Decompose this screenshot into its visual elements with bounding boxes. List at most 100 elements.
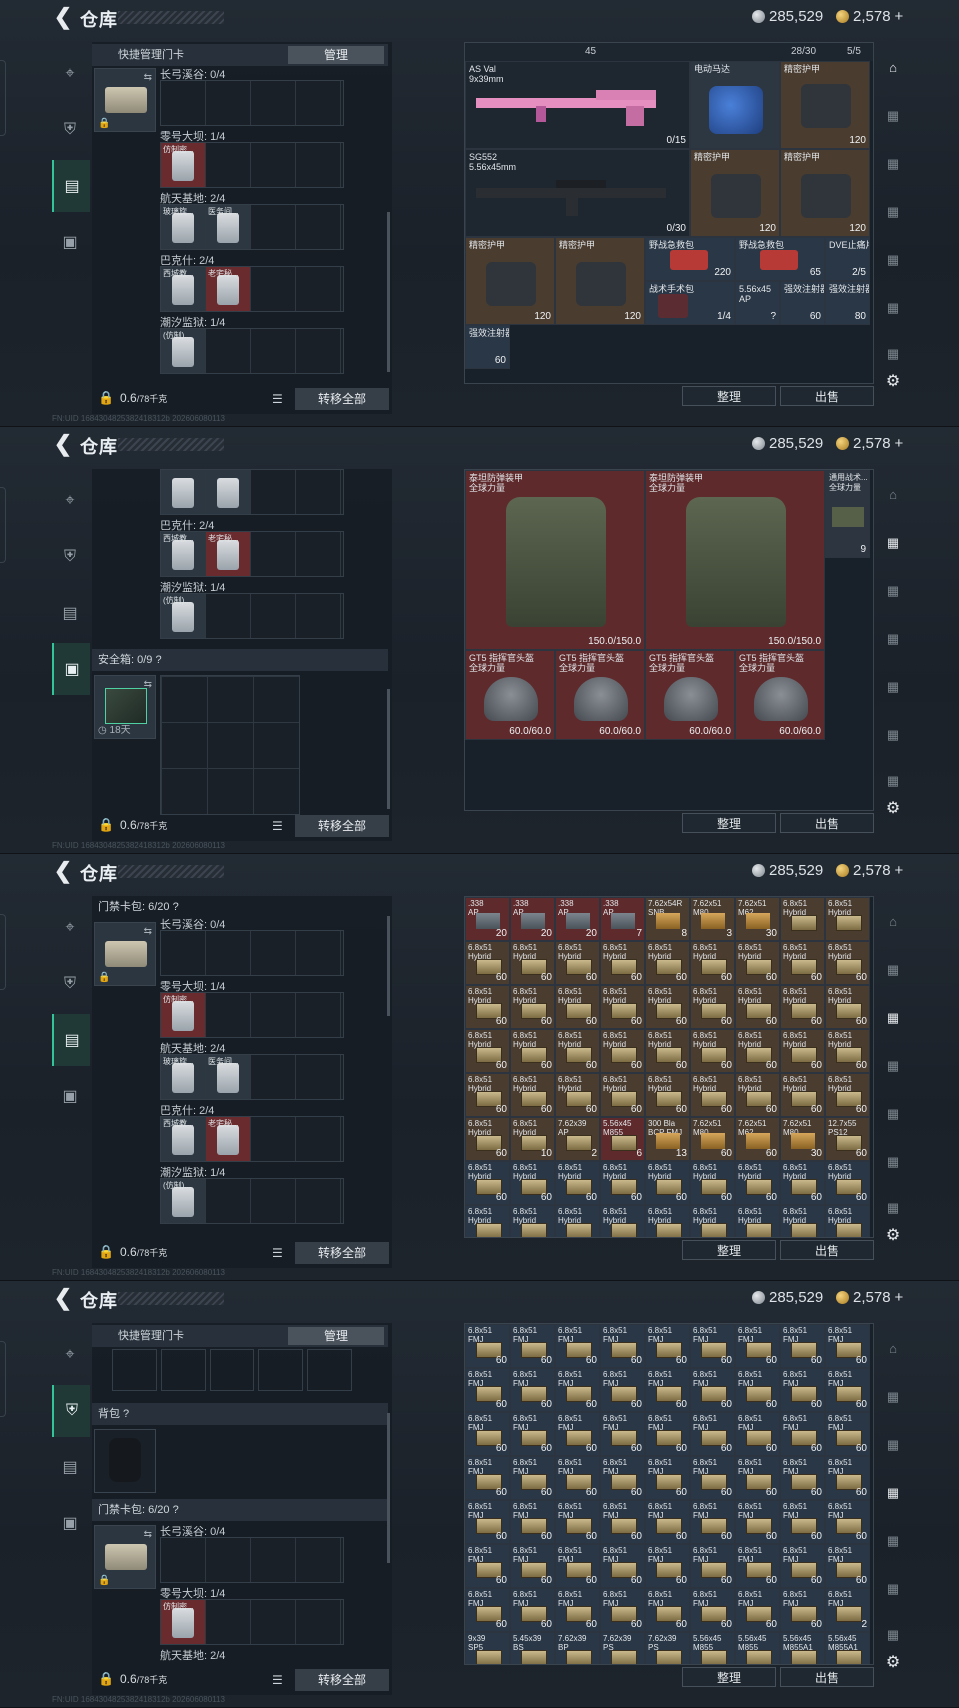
- stash-item[interactable]: 6.8x51 FMJ 60: [690, 1412, 735, 1456]
- item-helmet-2[interactable]: GT5 指挥官头盔 全球力量 60.0/60.0: [555, 650, 645, 740]
- keycard-row-prison[interactable]: (仿制)...: [160, 328, 344, 374]
- stash-item[interactable]: 6.8x51 FMJ 60: [645, 1324, 690, 1368]
- stash-item[interactable]: 6.8x51 FMJ 60: [735, 1412, 780, 1456]
- stash-item[interactable]: 6.8x51 Hybrid60: [825, 985, 870, 1029]
- equipment-slot-row[interactable]: [112, 1349, 352, 1391]
- settings-gear-icon[interactable]: ⚙: [879, 368, 907, 396]
- stash-item[interactable]: 6.8x51 Hybrid60: [735, 1205, 780, 1237]
- keycard-row-bakesh[interactable]: 西城教... 老宅秘...: [160, 531, 344, 577]
- keycard-row-longbow[interactable]: [160, 1537, 344, 1583]
- storage-1-icon[interactable]: ▦: [879, 956, 907, 984]
- item-rig-2[interactable]: 精密护甲 120: [690, 149, 780, 237]
- back-arrow-icon[interactable]: ❮: [52, 5, 74, 29]
- stash-item[interactable]: 6.8x51 FMJ 60: [690, 1456, 735, 1500]
- stash-item[interactable]: 6.8x51 FMJ 60: [555, 1412, 600, 1456]
- nav-weapon-icon[interactable]: ⌖: [52, 1329, 88, 1381]
- stash-item[interactable]: 6.8x51 FMJ 60: [780, 1324, 825, 1368]
- edge-tab[interactable]: [0, 914, 6, 990]
- stash-item[interactable]: 6.8x51 Hybrid60: [690, 985, 735, 1029]
- storage-1-icon[interactable]: ▦: [879, 529, 907, 557]
- stash-item[interactable]: 5.56x45 M855A1: [825, 1632, 870, 1664]
- stash-item[interactable]: 6.8x51 FMJ 60: [465, 1544, 510, 1588]
- stash-item[interactable]: 6.8x51 Hybrid60: [780, 1205, 825, 1237]
- nav-weapon-icon[interactable]: ⌖: [52, 902, 88, 954]
- scrollbar[interactable]: [387, 212, 390, 372]
- back-arrow-icon[interactable]: ❮: [52, 432, 74, 456]
- stash-item[interactable]: 6.8x51 Hybrid60: [780, 941, 825, 985]
- storage-6-icon[interactable]: ▦: [879, 767, 907, 795]
- item-injector-1[interactable]: 强效注射器 60: [780, 281, 825, 325]
- item-armor-1[interactable]: 泰坦防弹装甲 全球力量 150.0/150.0: [465, 470, 645, 650]
- storage-3-icon[interactable]: ▦: [879, 1052, 907, 1080]
- stash-item[interactable]: 6.8x51 Hybrid60: [825, 1073, 870, 1117]
- safebox-slot[interactable]: ⇆ ◷ 18天: [94, 675, 156, 739]
- nav-safebox-icon[interactable]: ▣: [52, 1497, 88, 1549]
- back-arrow-icon[interactable]: ❮: [52, 1286, 74, 1310]
- keycard-row-dam[interactable]: 仿制密...: [160, 992, 344, 1038]
- stash-item[interactable]: 6.8x51 Hybrid60: [510, 1029, 555, 1073]
- stash-item[interactable]: 6.8x51 FMJ 60: [780, 1368, 825, 1412]
- stash-item[interactable]: 6.8x51 FMJ 60: [645, 1412, 690, 1456]
- stash-item[interactable]: 6.8x51 FMJ 60: [690, 1544, 735, 1588]
- stash-item[interactable]: .338 AP 20: [510, 897, 555, 941]
- stash-item[interactable]: 6.8x51 FMJ 60: [825, 1500, 870, 1544]
- storage-6-icon[interactable]: ▦: [879, 340, 907, 368]
- storage-6-icon[interactable]: ▦: [879, 1621, 907, 1649]
- stash-item[interactable]: 6.8x51 Hybrid60: [465, 1073, 510, 1117]
- item-med-2[interactable]: 野战急救包 65: [735, 237, 825, 281]
- add-currency-button[interactable]: +: [895, 862, 904, 879]
- stash-item[interactable]: 7.62x51 M803: [690, 897, 735, 941]
- list-icon[interactable]: ☰: [272, 1246, 283, 1260]
- stash-item[interactable]: 6.8x51 Hybrid60: [465, 1029, 510, 1073]
- nav-keycard-icon[interactable]: ▤: [52, 587, 88, 639]
- storage-3-icon[interactable]: ▦: [879, 1479, 907, 1507]
- stash-item[interactable]: 6.8x51 Hybrid60: [780, 1161, 825, 1205]
- stash-item[interactable]: 6.8x51 FMJ 60: [690, 1368, 735, 1412]
- stash-item[interactable]: 6.8x51 Hybrid60: [465, 1161, 510, 1205]
- storage-3-icon[interactable]: ▦: [879, 198, 907, 226]
- add-currency-button[interactable]: +: [895, 8, 904, 25]
- stash-item[interactable]: 5.56x45 M855: [690, 1632, 735, 1664]
- stash-item[interactable]: 6.8x51 FMJ 60: [735, 1500, 780, 1544]
- silver-currency[interactable]: 285,529: [752, 1289, 823, 1306]
- item-tactical[interactable]: 通用战术... 全球力量 9: [825, 470, 870, 558]
- stash-item[interactable]: 6.8x51 Hybrid60: [645, 1161, 690, 1205]
- sell-button[interactable]: 出售: [780, 1667, 874, 1687]
- stash-item[interactable]: 6.8x51 Hybrid60: [510, 1073, 555, 1117]
- list-icon[interactable]: ☰: [272, 819, 283, 833]
- stash-item[interactable]: 6.8x51 FMJ 60: [510, 1412, 555, 1456]
- stash-item[interactable]: 6.8x51 FMJ 60: [600, 1368, 645, 1412]
- sort-button[interactable]: 整理: [682, 1240, 776, 1260]
- stash-item[interactable]: 12.7x55 PS12 60: [825, 1117, 870, 1161]
- item-surgery[interactable]: 战术手术包 1/4: [645, 281, 735, 325]
- keycard-row-bakesh[interactable]: 西城教... 老宅秘...: [160, 266, 344, 312]
- stash-item[interactable]: 6.8x51 FMJ 60: [780, 1544, 825, 1588]
- backpack-slot[interactable]: [94, 1429, 156, 1493]
- stash-item[interactable]: 7.62x51 M6230: [735, 897, 780, 941]
- storage-2-icon[interactable]: ▦: [879, 577, 907, 605]
- stash-item[interactable]: 6.8x51 Hybrid60: [510, 941, 555, 985]
- storage-4-icon[interactable]: ▦: [879, 246, 907, 274]
- item-helmet-3[interactable]: GT5 指挥官头盔 全球力量 60.0/60.0: [645, 650, 735, 740]
- keycard-row-bakesh[interactable]: 西城教... 老宅秘...: [160, 1116, 344, 1162]
- stash-item[interactable]: 6.8x51 FMJ 60: [825, 1456, 870, 1500]
- stash-item[interactable]: 9x39 SP5: [465, 1632, 510, 1664]
- swap-icon[interactable]: ⇆: [144, 926, 152, 937]
- stash-item[interactable]: 6.8x51 Hybrid60: [645, 1073, 690, 1117]
- stash-item[interactable]: 6.8x51 Hybrid60: [465, 941, 510, 985]
- item-injector-2[interactable]: 强效注射器 80: [825, 281, 870, 325]
- stash-item[interactable]: 6.8x51 Hybrid60: [825, 1161, 870, 1205]
- stash-item[interactable]: 6.8x51 FMJ 60: [465, 1456, 510, 1500]
- keycard-row-dam[interactable]: 仿制密...: [160, 1599, 344, 1645]
- stash-item[interactable]: 6.8x51 Hybrid: [825, 897, 870, 941]
- stash-item[interactable]: 7.62x39 PS: [645, 1632, 690, 1664]
- stash-item[interactable]: 6.8x51 Hybrid60: [555, 941, 600, 985]
- manage-button[interactable]: 管理: [288, 1327, 384, 1345]
- storage-2-icon[interactable]: ▦: [879, 150, 907, 178]
- stash-item[interactable]: 6.8x51 Hybrid60: [825, 1029, 870, 1073]
- stash-item[interactable]: 6.8x51 FMJ 60: [600, 1500, 645, 1544]
- nav-keycard-icon[interactable]: ▤: [52, 160, 90, 212]
- stash-item[interactable]: 6.8x51 FMJ 60: [690, 1324, 735, 1368]
- gold-currency[interactable]: 2,578 +: [836, 435, 903, 452]
- stash-item[interactable]: 6.8x51 FMJ 60: [465, 1588, 510, 1632]
